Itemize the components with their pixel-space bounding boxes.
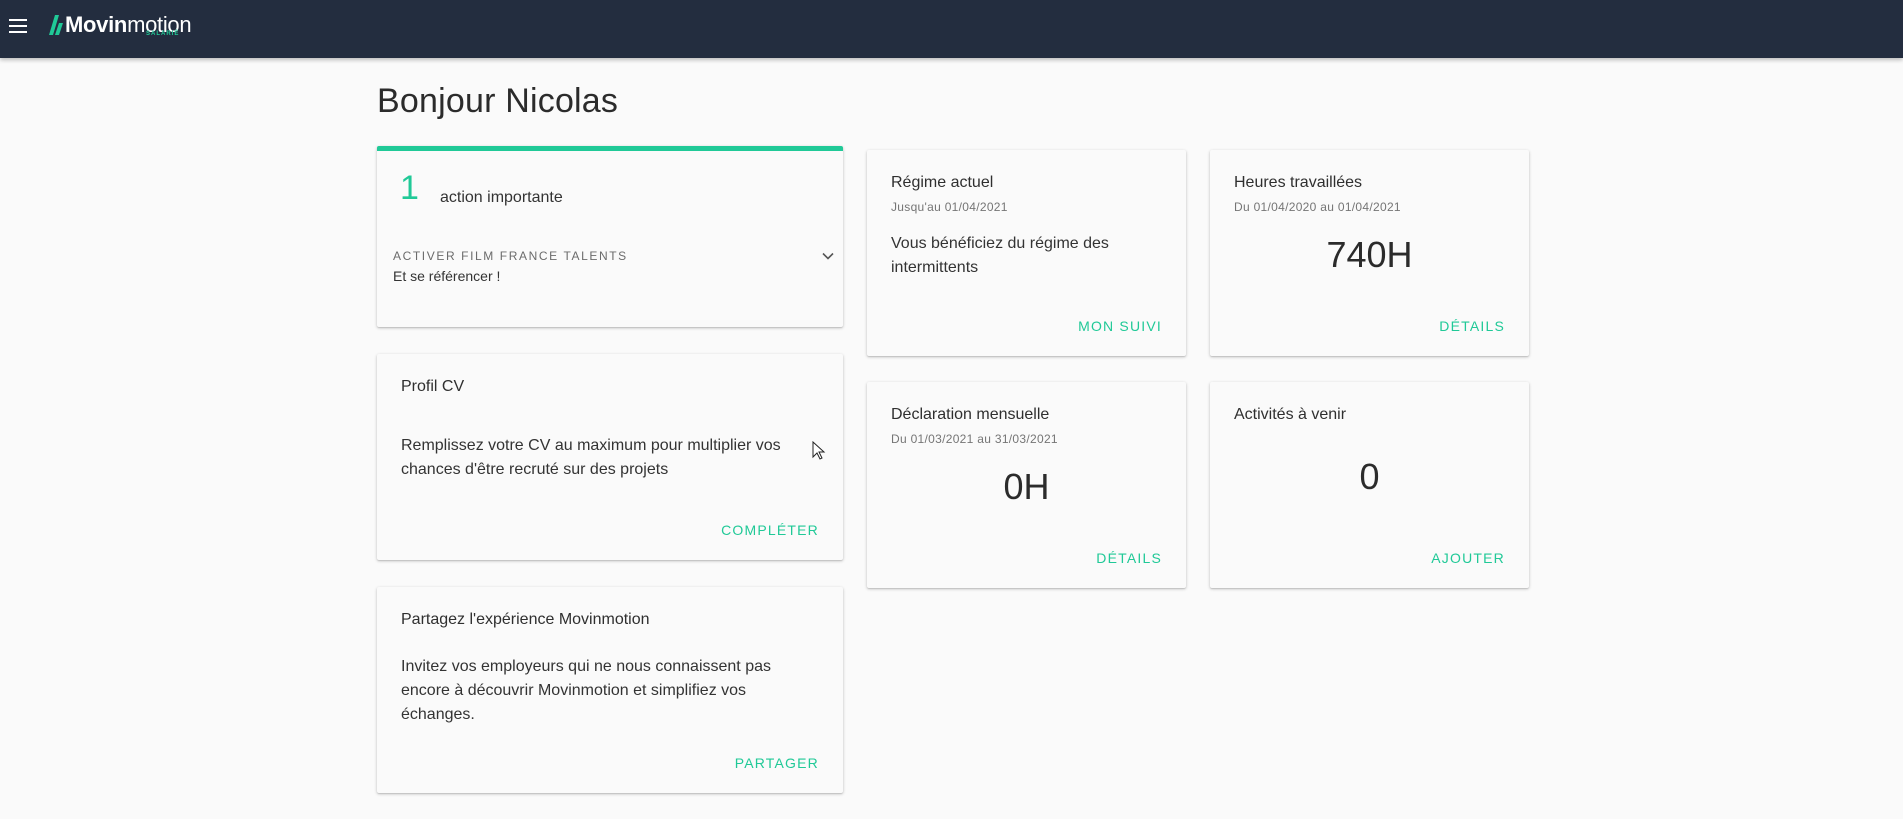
hours-worked-value: 740H [1326,234,1413,275]
card-body: Remplissez votre CV au maximum pour mult… [401,437,781,478]
action-count: 1 [400,169,419,207]
card-title: Activités à venir [1234,406,1347,423]
card-title: Régime actuel [891,174,994,191]
action-item-film-france-talents[interactable]: ACTIVER FILM FRANCE TALENTS Et se référe… [393,249,835,284]
add-button[interactable]: AJOUTER [1431,550,1505,566]
page-title: Bonjour Nicolas [377,82,619,120]
action-count-label: action importante [440,189,563,206]
important-actions-card: 1 action importante ACTIVER FILM FRANCE … [377,146,843,327]
upcoming-activities-value: 0 [1359,456,1380,497]
hours-worked-card: Heures travaillées Du 01/04/2020 au 01/0… [1210,150,1529,356]
current-regime-card: Régime actuel Jusqu'au 01/04/2021 Vous b… [867,150,1186,356]
logo-mark-icon [49,15,63,35]
declaration-hours-value: 0H [1003,466,1050,507]
movinmotion-logo[interactable]: Movinmotion [49,12,192,42]
share-experience-card: Partagez l'expérience Movinmotion Invite… [377,587,843,793]
top-app-bar: Movinmotion SALARIÉ [0,0,1903,58]
details-button[interactable]: DÉTAILS [1439,318,1505,334]
card-body: Invitez vos employeurs qui ne nous conna… [401,658,771,723]
profile-cv-card: Profil CV Remplissez votre CV au maximum… [377,354,843,560]
action-item-title: ACTIVER FILM FRANCE TALENTS [393,249,628,263]
upcoming-activities-card: Activités à venir 0 AJOUTER [1210,382,1529,588]
share-button[interactable]: PARTAGER [735,755,819,771]
mouse-cursor-icon [812,441,826,460]
hamburger-menu-icon[interactable] [6,15,28,37]
logo-subtitle: SALARIÉ [146,31,180,37]
details-button[interactable]: DÉTAILS [1096,550,1162,566]
complete-button[interactable]: COMPLÉTER [721,522,819,538]
card-subtitle: Jusqu'au 01/04/2021 [891,200,1008,214]
card-title: Partagez l'expérience Movinmotion [401,611,650,628]
card-subtitle: Du 01/03/2021 au 31/03/2021 [891,432,1058,446]
card-title: Déclaration mensuelle [891,406,1050,423]
monthly-declaration-card: Déclaration mensuelle Du 01/03/2021 au 3… [867,382,1186,588]
card-body: Vous bénéficiez du régime des intermitte… [891,235,1109,276]
card-subtitle: Du 01/04/2020 au 01/04/2021 [1234,200,1401,214]
my-follow-up-button[interactable]: MON SUIVI [1078,318,1162,334]
action-item-subtitle: Et se référencer ! [393,268,501,284]
card-title: Heures travaillées [1234,174,1363,191]
chevron-down-icon[interactable] [821,249,835,263]
card-title: Profil CV [401,378,465,395]
